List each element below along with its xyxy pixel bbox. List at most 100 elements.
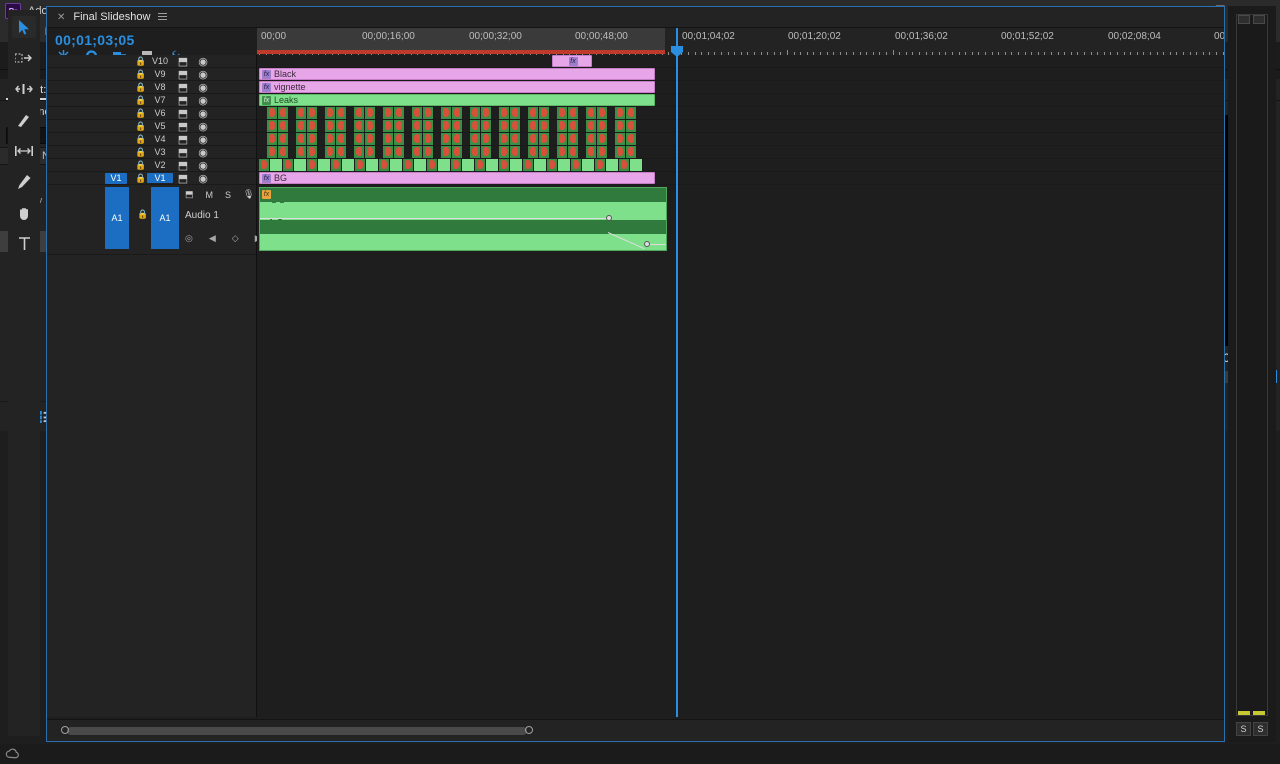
creative-cloud-icon[interactable]: [5, 748, 20, 761]
clip-fx-v10[interactable]: fx: [552, 55, 592, 67]
ripple-edit-tool[interactable]: [12, 78, 36, 100]
lock-icon[interactable]: 🔒: [135, 160, 147, 171]
volume-rubberband-ramp[interactable]: [607, 232, 645, 250]
solo-button[interactable]: S: [225, 190, 231, 200]
timeline-menu-icon[interactable]: [158, 13, 168, 21]
work-area-bar[interactable]: [257, 50, 665, 54]
track-name-label[interactable]: V1: [147, 173, 173, 183]
eye-icon[interactable]: ◉: [193, 172, 213, 185]
lock-icon[interactable]: 🔒: [135, 69, 147, 80]
clip-black[interactable]: fx Black: [259, 68, 655, 80]
close-sequence-icon[interactable]: ✕: [57, 12, 65, 23]
hand-tool[interactable]: [12, 202, 36, 224]
add-keyframe-button[interactable]: ◇: [232, 233, 239, 244]
timeline-horizontal-scrollbar[interactable]: [47, 719, 1224, 741]
sync-lock-icon[interactable]: ⬒: [173, 94, 193, 107]
volume-rubberband-top[interactable]: [260, 218, 610, 219]
source-patch-v1[interactable]: V1: [105, 172, 127, 184]
track-header-v6[interactable]: 🔒 V6 ⬒ ◉: [47, 107, 256, 120]
clip-lane-v1[interactable]: fx BG: [257, 172, 1224, 185]
slip-tool[interactable]: [12, 140, 36, 162]
lock-icon[interactable]: 🔒: [135, 95, 147, 106]
razor-tool[interactable]: [12, 109, 36, 131]
track-header-v10[interactable]: 🔒 V10 ⬒ ◉: [47, 55, 256, 68]
sync-lock-icon[interactable]: ⬒: [173, 172, 193, 185]
eye-icon[interactable]: ◉: [193, 159, 213, 172]
timeline-ruler[interactable]: 00;00 00;00;16;00 00;00;32;00 00;00;48;0…: [257, 28, 1224, 50]
lock-icon[interactable]: 🔒: [135, 82, 147, 93]
volume-keyframe[interactable]: [606, 215, 612, 221]
clip-bg[interactable]: fx BG: [259, 172, 655, 184]
meter-solo-left-button[interactable]: S: [1236, 722, 1251, 736]
eye-icon[interactable]: ◉: [193, 68, 213, 81]
eye-icon[interactable]: ◉: [193, 146, 213, 159]
pen-tool[interactable]: [12, 171, 36, 193]
timeline-playhead[interactable]: [676, 28, 678, 717]
clip-leaks[interactable]: fx Leaks: [259, 94, 655, 106]
clip-lane-v2[interactable]: [257, 159, 1224, 172]
eye-icon[interactable]: ◉: [193, 94, 213, 107]
lock-icon[interactable]: 🔒: [135, 134, 147, 145]
audio-track-name-tag[interactable]: A1: [151, 187, 179, 249]
fx-badge-icon: fx: [262, 173, 271, 183]
track-header-v5[interactable]: 🔒 V5 ⬒ ◉: [47, 120, 256, 133]
clip-lane-v9[interactable]: fx Black: [257, 68, 1224, 81]
clip-lane-v7[interactable]: fx Leaks: [257, 94, 1224, 107]
lock-icon[interactable]: 🔒: [135, 173, 147, 184]
sync-lock-icon[interactable]: ⬒: [173, 107, 193, 120]
lock-icon[interactable]: 🔒: [135, 108, 147, 119]
source-patch-a1[interactable]: A1: [105, 187, 129, 249]
sync-lock-icon[interactable]: ⬒: [173, 120, 193, 133]
clip-lane-v4[interactable]: [257, 133, 1224, 146]
volume-keyframe[interactable]: [644, 241, 650, 247]
track-header-v9[interactable]: 🔒 V9 ⬒ ◉: [47, 68, 256, 81]
prev-keyframe-button[interactable]: ◀: [209, 233, 216, 244]
clip-lane-v6[interactable]: [257, 107, 1224, 120]
eye-icon[interactable]: ◉: [193, 107, 213, 120]
timeline-playhead-timecode[interactable]: 00;01;03;05: [47, 28, 257, 50]
sync-lock-icon[interactable]: ⬒: [173, 146, 193, 159]
mute-button[interactable]: M: [206, 190, 214, 200]
sync-lock-icon[interactable]: ⬒: [173, 55, 193, 68]
lock-icon[interactable]: 🔒: [135, 147, 147, 158]
clip-lane-v10[interactable]: fx: [257, 55, 1224, 68]
eye-icon[interactable]: ◉: [193, 133, 213, 146]
track-header-v3[interactable]: 🔒 V3 ⬒ ◉: [47, 146, 256, 159]
sync-lock-icon[interactable]: ⬒: [173, 159, 193, 172]
lock-icon[interactable]: 🔒: [135, 121, 147, 132]
track-header-v8[interactable]: 🔒 V8 ⬒ ◉: [47, 81, 256, 94]
audio-clip-music[interactable]: fx: [259, 187, 667, 251]
type-tool[interactable]: [12, 233, 36, 255]
eye-icon[interactable]: ◉: [193, 55, 213, 68]
scroll-zoom-handle-left[interactable]: [61, 726, 69, 734]
clip-lane-a1[interactable]: fx: [257, 185, 1224, 255]
clip-lane-v3[interactable]: [257, 146, 1224, 159]
track-header-v7[interactable]: 🔒 V7 ⬒ ◉: [47, 94, 256, 107]
track-header-a1[interactable]: A1 🔒 A1 ⬒ M S 🎙 Audio 1 ◎ ◀ ◇: [47, 185, 262, 255]
sync-lock-icon[interactable]: ⬒: [185, 189, 194, 200]
clip-lane-v5[interactable]: [257, 120, 1224, 133]
scroll-zoom-handle-right[interactable]: [525, 726, 533, 734]
clip-lane-v8[interactable]: fx vignette: [257, 81, 1224, 94]
track-header-v1[interactable]: V1 🔒 V1 ⬒ ◉: [47, 172, 256, 185]
sync-lock-icon[interactable]: ⬒: [173, 133, 193, 146]
audio-meter[interactable]: [1236, 14, 1268, 716]
track-select-tool[interactable]: [12, 47, 36, 69]
microphone-icon[interactable]: 🎙: [243, 189, 254, 200]
sync-lock-icon[interactable]: ⬒: [173, 68, 193, 81]
selection-tool[interactable]: [12, 16, 36, 38]
sequence-tab-label[interactable]: Final Slideshow: [73, 11, 150, 23]
track-header-v4[interactable]: 🔒 V4 ⬒ ◉: [47, 133, 256, 146]
lock-icon[interactable]: 🔒: [135, 56, 147, 67]
eye-icon[interactable]: ◉: [193, 120, 213, 133]
volume-knob-icon[interactable]: ◎: [185, 233, 193, 244]
lock-icon[interactable]: 🔒: [137, 209, 148, 220]
eye-icon[interactable]: ◉: [193, 81, 213, 94]
meter-solo-right-button[interactable]: S: [1253, 722, 1268, 736]
clip-area[interactable]: fx fx Black fx vignette fx Leaks fx BG f…: [257, 55, 1224, 717]
sync-lock-icon[interactable]: ⬒: [173, 81, 193, 94]
clip-vignette[interactable]: fx vignette: [259, 81, 655, 93]
timeline-scroll-thumb[interactable]: [67, 727, 527, 735]
track-header-v2[interactable]: 🔒 V2 ⬒ ◉: [47, 159, 256, 172]
audio-keyframe-nav: ◎ ◀ ◇ ▶: [185, 233, 262, 244]
